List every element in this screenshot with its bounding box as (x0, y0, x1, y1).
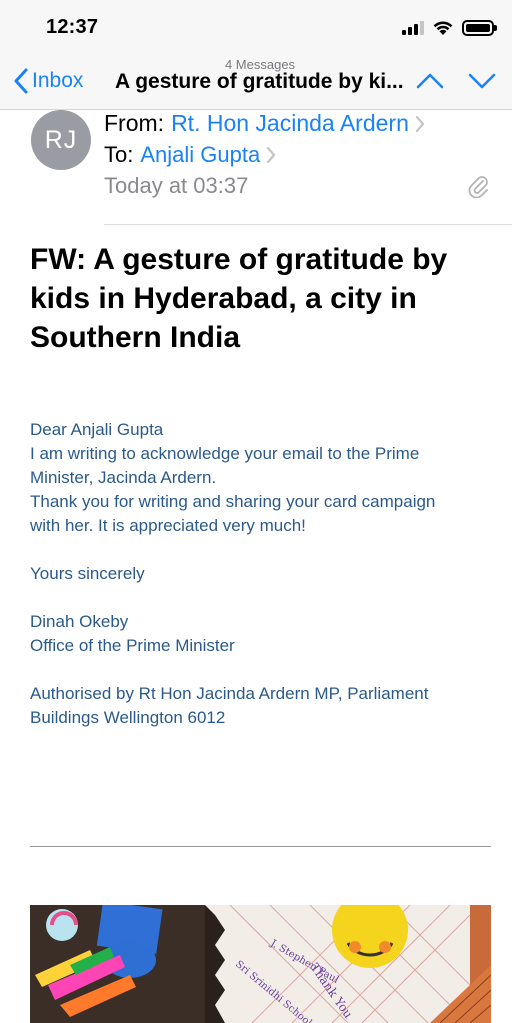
body-line: I am writing to acknowledge your email t… (30, 444, 420, 463)
cellular-signal-icon (402, 21, 424, 35)
to-row: To: Anjali Gupta (104, 142, 276, 168)
from-label: From: (104, 110, 165, 136)
authorisation-line: Authorised by Rt Hon Jacinda Ardern MP, … (30, 684, 429, 703)
status-time: 12:37 (46, 16, 99, 38)
chevron-right-icon (267, 146, 276, 164)
thread-title: A gesture of gratitude by ki... (115, 70, 404, 93)
body-line: with her. It is appreciated very much! (30, 516, 306, 535)
sender-name-link[interactable]: Rt. Hon Jacinda Ardern (171, 110, 409, 137)
sender-avatar[interactable]: RJ (31, 110, 91, 170)
body-line: Thank you for writing and sharing your c… (30, 492, 436, 511)
paperclip-icon[interactable] (468, 174, 490, 198)
signer-name: Dinah Okeby (30, 612, 129, 631)
recipient-name-link[interactable]: Anjali Gupta (140, 142, 260, 168)
body-closing: Yours sincerely (30, 564, 145, 583)
header-divider (104, 224, 512, 225)
previous-message-button[interactable] (416, 72, 444, 90)
status-icons (402, 19, 497, 37)
chevron-left-icon (14, 68, 28, 94)
attached-photo[interactable]: Thank You J. Stephen Paul Sri Srinidhi S… (30, 905, 491, 1023)
back-to-inbox-button[interactable]: Inbox (14, 68, 83, 94)
chevron-right-icon (415, 115, 424, 132)
body-greeting: Dear Anjali Gupta (30, 420, 164, 439)
body-divider (30, 846, 491, 847)
signer-office: Office of the Prime Minister (30, 636, 235, 655)
wifi-icon (433, 21, 453, 35)
navigation-bar: 4 Messages Inbox A gesture of gratitude … (0, 56, 512, 110)
from-row: From: Rt. Hon Jacinda Ardern (104, 110, 425, 137)
message-date: Today at 03:37 (104, 173, 249, 198)
to-label: To: (104, 142, 134, 167)
battery-icon (462, 20, 497, 36)
email-subject: FW: A gesture of gratitude by kids in Hy… (30, 243, 448, 354)
body-line: Minister, Jacinda Ardern. (30, 468, 217, 487)
photo-illustration: Thank You J. Stephen Paul Sri Srinidhi S… (30, 905, 491, 1023)
authorisation-line: Buildings Wellington 6012 (30, 708, 226, 727)
back-label: Inbox (32, 69, 84, 92)
next-message-button[interactable] (468, 72, 496, 90)
status-bar: 12:37 (0, 0, 512, 56)
